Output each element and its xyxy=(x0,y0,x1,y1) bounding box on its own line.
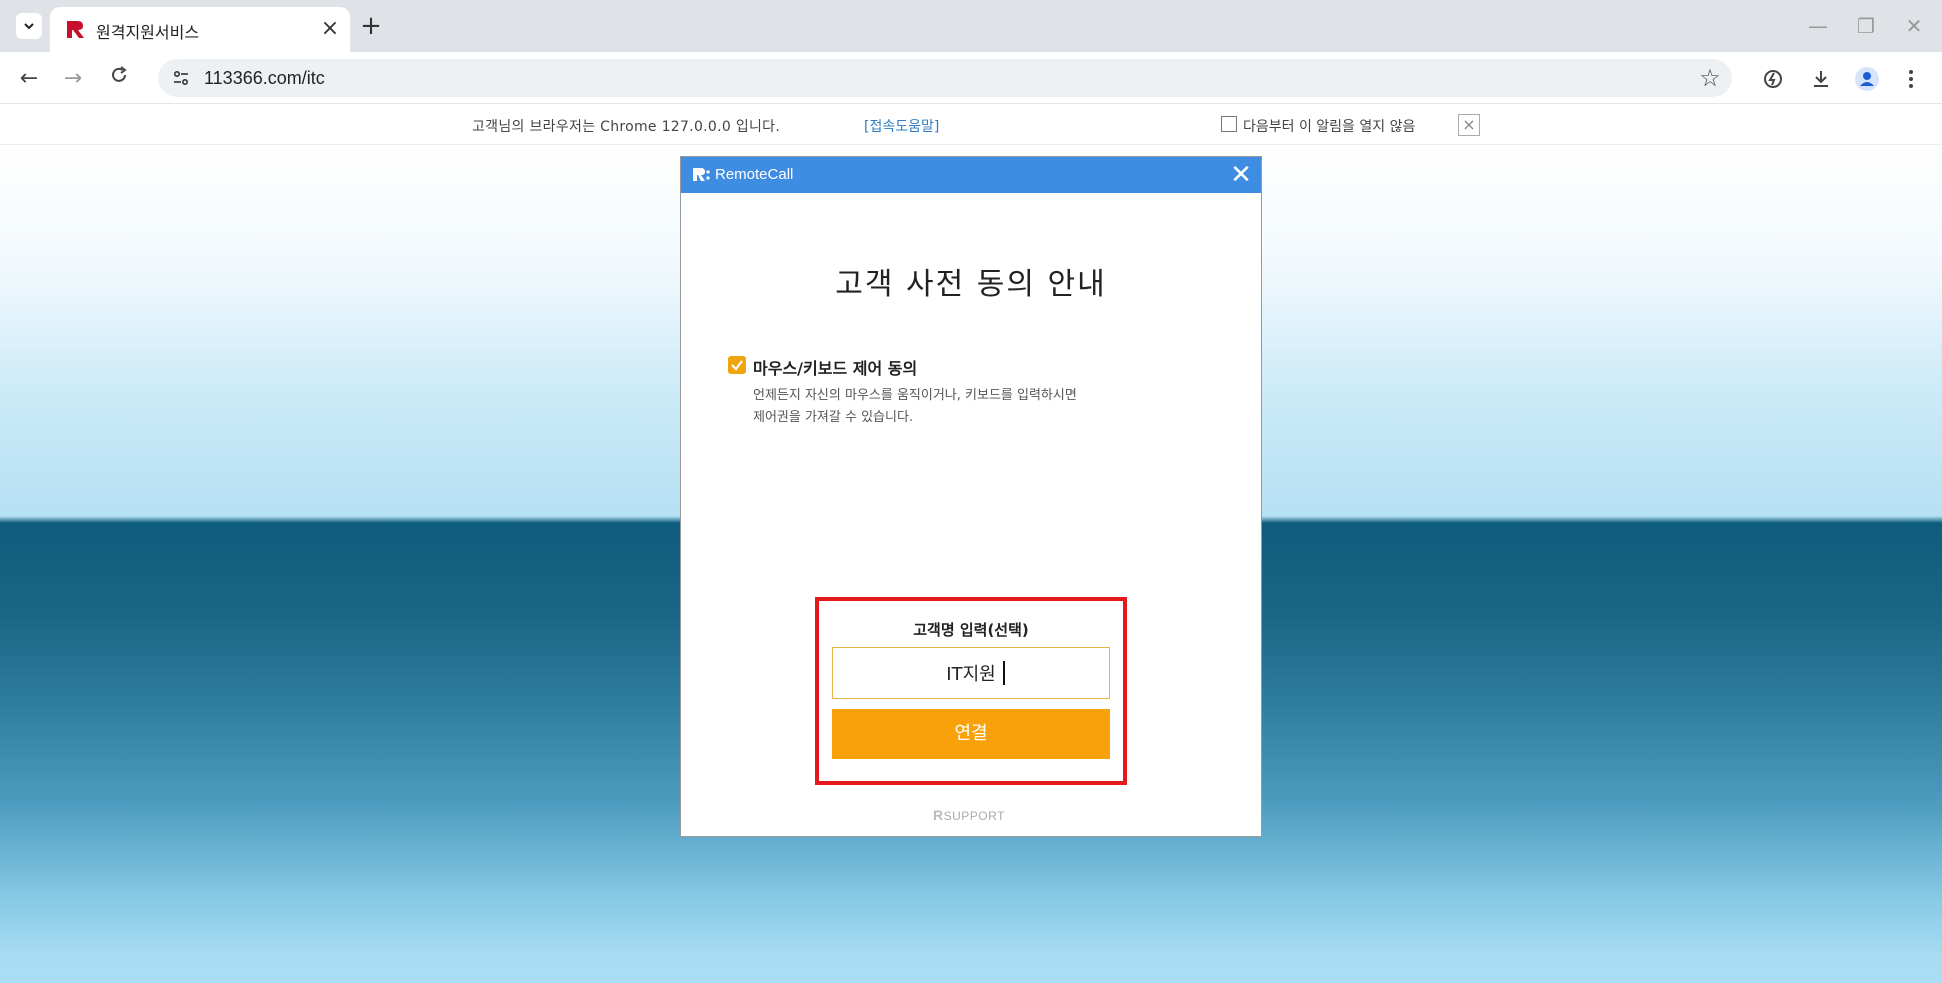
checkmark-icon xyxy=(731,360,743,371)
dialog-title: RemoteCall xyxy=(715,166,794,183)
consent-checkbox[interactable] xyxy=(728,356,746,374)
download-icon[interactable] xyxy=(1806,64,1836,94)
notice-close-icon[interactable]: × xyxy=(1458,114,1480,136)
site-info-icon[interactable] xyxy=(168,65,194,91)
back-button[interactable]: ← xyxy=(14,64,44,94)
footer-brand-text: SUPPORT xyxy=(943,809,1005,823)
bookmark-star-icon[interactable]: ☆ xyxy=(1695,63,1725,93)
browser-tab[interactable]: 원격지원서비스 × xyxy=(50,7,350,52)
remotecall-logo-icon xyxy=(693,168,710,181)
restore-button[interactable]: ❐ xyxy=(1846,12,1886,40)
reload-icon xyxy=(112,66,127,82)
consent-heading: 고객 사전 동의 안내 xyxy=(835,267,1107,302)
connect-button[interactable]: 연결 xyxy=(832,709,1110,759)
url-text[interactable]: 113366.com/itc xyxy=(204,68,325,89)
customer-name-label: 고객명 입력(선택) xyxy=(913,621,1029,639)
consent-description: 언제든지 자신의 마우스를 움직이거나, 키보드를 입력하시면 제어권을 가져갈… xyxy=(753,385,1193,429)
browser-notice-text: 고객님의 브라우저는 Chrome 127.0.0.0 입니다. xyxy=(472,119,781,135)
tab-search-chevron-icon[interactable] xyxy=(16,13,42,39)
text-caret xyxy=(1003,661,1005,685)
dialog-header: RemoteCall ✕ xyxy=(681,157,1261,193)
dialog-close-icon[interactable]: ✕ xyxy=(1225,159,1257,191)
browser-toolbar: ← → 113366.com/itc ☆ xyxy=(0,52,1942,104)
rsupport-favicon-icon xyxy=(67,21,84,38)
performance-icon[interactable] xyxy=(1758,64,1788,94)
window-close-button[interactable]: ✕ xyxy=(1894,12,1934,40)
dont-show-checkbox[interactable] xyxy=(1221,116,1237,132)
new-tab-button[interactable]: + xyxy=(356,12,386,42)
tab-close-icon[interactable]: × xyxy=(316,15,344,43)
forward-button[interactable]: → xyxy=(58,64,88,94)
profile-icon[interactable] xyxy=(1852,64,1882,94)
browser-notice-bar: 고객님의 브라우저는 Chrome 127.0.0.0 입니다. [접속도움말]… xyxy=(0,105,1942,145)
address-bar[interactable]: 113366.com/itc ☆ xyxy=(158,59,1732,97)
tab-title: 원격지원서비스 xyxy=(96,23,200,42)
menu-icon[interactable] xyxy=(1896,64,1926,94)
consent-description-line: 언제든지 자신의 마우스를 움직이거나, 키보드를 입력하시면 xyxy=(753,388,1077,403)
help-link[interactable]: [접속도움말] xyxy=(864,116,939,136)
customer-name-input[interactable] xyxy=(832,647,1110,699)
consent-description-line: 제어권을 가져갈 수 있습니다. xyxy=(753,410,914,425)
dont-show-label[interactable]: 다음부터 이 알림을 열지 않음 xyxy=(1243,116,1415,136)
consent-dialog: RemoteCall ✕ 고객 사전 동의 안내 마우스/키보드 제어 동의 언… xyxy=(680,156,1262,837)
minimize-button[interactable]: — xyxy=(1798,12,1838,40)
consent-title[interactable]: 마우스/키보드 제어 동의 xyxy=(753,355,917,379)
rsupport-footer-logo: RSUPPORT xyxy=(933,807,1005,823)
tab-strip: 원격지원서비스 × + — ❐ ✕ xyxy=(0,0,1942,52)
reload-button[interactable] xyxy=(104,64,134,94)
